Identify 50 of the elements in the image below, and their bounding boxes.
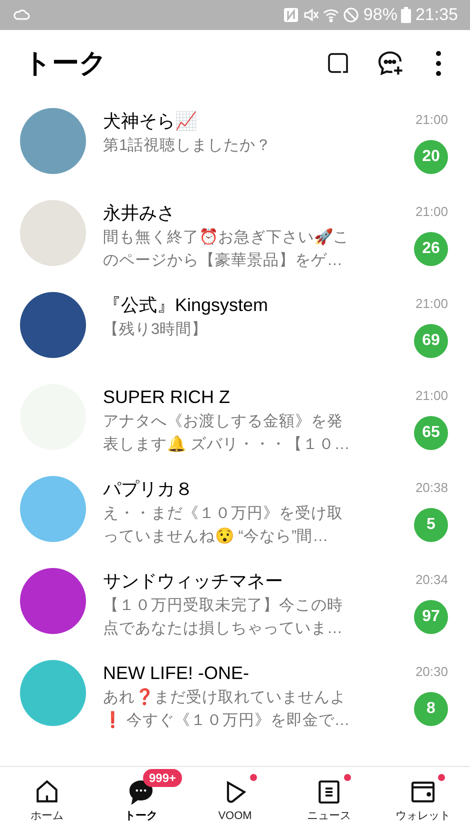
- message-preview: アナタへ《お渡しする金額》を発表します🔔 ズバリ・・・【１０…: [103, 412, 351, 455]
- unread-count: 5: [414, 508, 448, 542]
- wifi-icon: [323, 7, 340, 23]
- chat-name: 永井みさ: [103, 202, 176, 225]
- nav-tab[interactable]: 999+ トーク: [94, 767, 188, 836]
- chat-row[interactable]: NEW LIFE! -ONE- あれ❓まだ受け取れていませんよ❗ 今すぐ《１０万円》を即金で… 20:30 8: [0, 648, 470, 740]
- chat-row[interactable]: 永井みさ 間も無く終了⏰お急ぎ下さい🚀このページから【豪華景品】をゲ… 21:00 26: [0, 188, 470, 280]
- unread-count: 20: [414, 140, 448, 174]
- weather-icon: [12, 7, 32, 23]
- page-title: トーク: [24, 46, 107, 80]
- message-time: 21:00: [415, 111, 448, 129]
- battery-percentage: 98%: [363, 4, 398, 26]
- message-time: 21:00: [415, 387, 448, 405]
- mute-icon: [303, 7, 320, 23]
- nav-tab[interactable]: ウォレット: [376, 767, 470, 836]
- message-time: 21:00: [415, 295, 448, 313]
- chat-name: NEW LIFE! -ONE-: [103, 662, 250, 685]
- message-preview: 第1話視聴しましたか？: [103, 136, 273, 156]
- clock: 21:35: [415, 4, 458, 26]
- unread-badge: 999+: [143, 769, 182, 788]
- blocked-icon: [343, 7, 360, 23]
- message-time: 20:38: [415, 479, 448, 497]
- chat-name: サンドウィッチマネー: [103, 570, 284, 593]
- chat-row[interactable]: 犬神そら📈 第1話視聴しましたか？ 21:00 20: [0, 96, 470, 188]
- message-preview: あれ❓まだ受け取れていませんよ❗ 今すぐ《１０万円》を即金で…: [103, 687, 351, 731]
- chat-name: 『公式』Kingsystem: [103, 294, 270, 317]
- chat-name: パプリカ８: [103, 478, 194, 501]
- chat-name: 犬神そら📈: [103, 110, 198, 133]
- nav-tab[interactable]: VOOM: [188, 767, 282, 836]
- message-preview: 【残り3時間】: [103, 320, 209, 340]
- message-time: 21:00: [415, 203, 448, 221]
- chat-row[interactable]: SUPER RICH Z アナタへ《お渡しする金額》を発表します🔔 ズバリ・・・【１０… 21:00 65: [0, 372, 470, 464]
- chat-row[interactable]: パプリカ８ え・・まだ《１０万円》を受け取っていませんね😯 “今なら”間… 20:38 5: [0, 464, 470, 556]
- chat-name: SUPER RICH Z: [103, 386, 232, 409]
- nav-tab[interactable]: ニュース: [282, 767, 376, 836]
- message-time: 20:34: [415, 571, 448, 589]
- message-preview: え・・まだ《１０万円》を受け取っていませんね😯 “今なら”間…: [103, 504, 344, 547]
- unread-count: 26: [414, 232, 448, 266]
- battery-icon: [401, 7, 412, 23]
- unread-count: 97: [414, 600, 448, 634]
- message-preview: 【１０万円受取未完了】今この時点であなたは損しちゃっていま…: [103, 596, 344, 639]
- nav-tab[interactable]: ホーム: [0, 767, 94, 836]
- nfc-icon: [283, 7, 300, 23]
- message-preview: 間も無く終了⏰お急ぎ下さい🚀このページから【豪華景品】をゲ…: [103, 227, 350, 271]
- message-time: 20:30: [415, 663, 448, 681]
- unread-count: 65: [414, 416, 448, 450]
- chat-row[interactable]: サンドウィッチマネー 【１０万円受取未完了】今この時点であなたは損しちゃっていま… 20:34 97: [0, 556, 470, 648]
- chat-row[interactable]: 『公式』Kingsystem 【残り3時間】 21:00 69: [0, 280, 470, 372]
- unread-count: 8: [414, 692, 448, 726]
- unread-count: 69: [414, 324, 448, 358]
